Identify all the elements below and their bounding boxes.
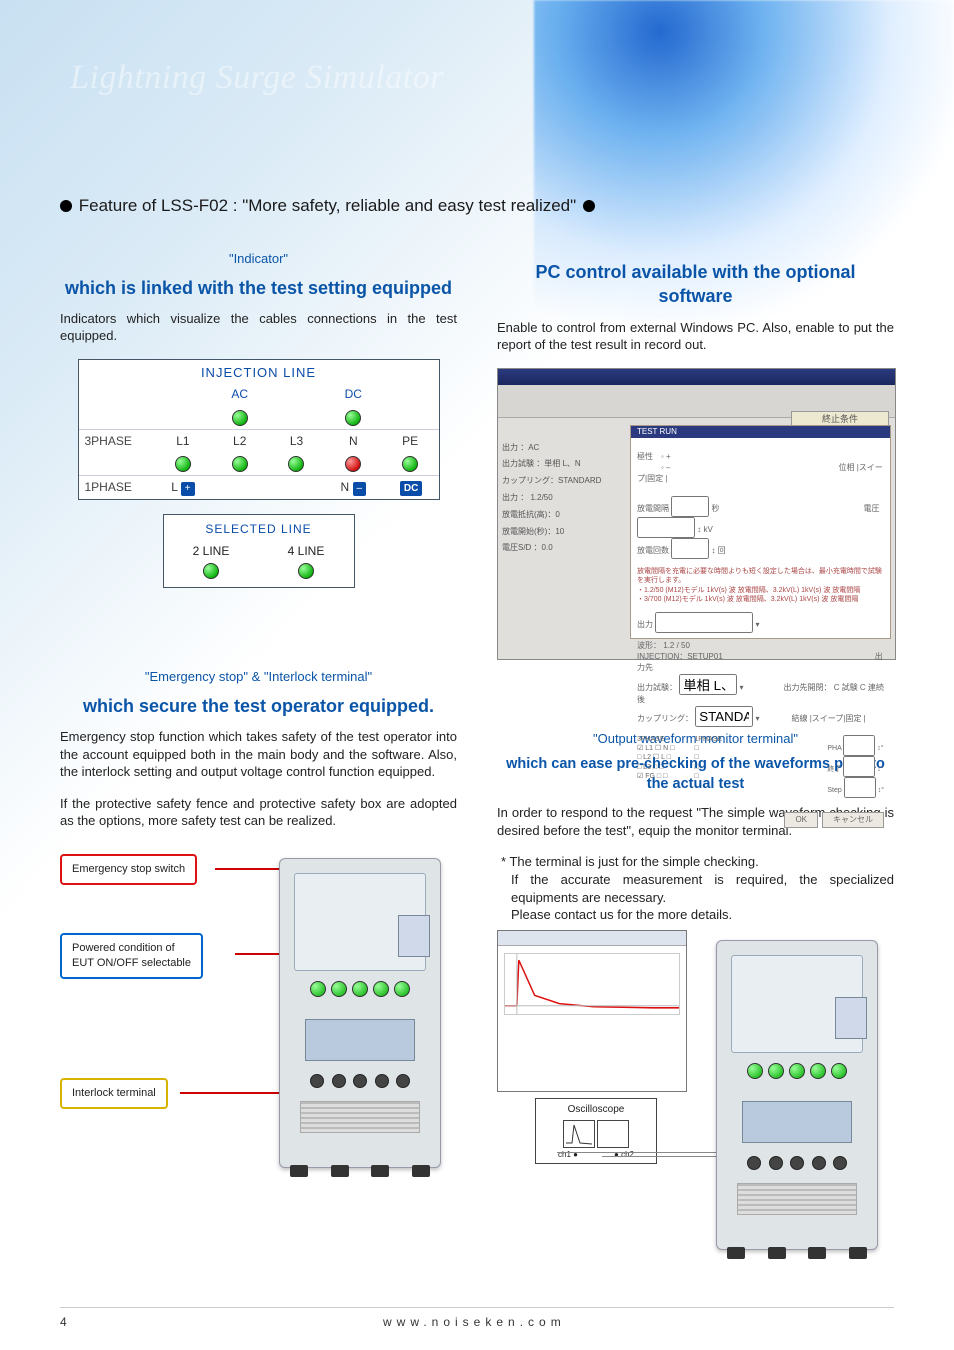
indicator-pretitle: "Indicator" [60,250,457,268]
page-footer: 4 www.noiseken.com [60,1307,894,1330]
footer-url: www.noiseken.com [67,1314,882,1330]
callout-power: Powered condition of EUT ON/OFF selectab… [60,933,203,979]
col-pe: PE [382,433,439,449]
dc-label: DC [325,386,382,402]
col-l1: L1 [155,433,212,449]
emergency-figure: Emergency stop switch Powered condition … [60,848,460,1188]
col-n: N [325,433,382,449]
emergency-pretitle: "Emergency stop" & "Interlock terminal" [60,668,457,686]
row-1phase: 1PHASE [79,479,155,495]
n-indicator [345,456,361,472]
selected-line-diagram: SELECTED LINE 2 LINE 4 LINE [163,514,355,588]
ac-indicator [232,410,248,426]
oscilloscope-icon [563,1120,595,1148]
sel-2line: 2 LINE [193,543,230,559]
col-l2: L2 [211,433,268,449]
sel-4line: 4 LINE [288,543,325,559]
watermark-text: Lightning Surge Simulator [70,55,444,101]
l2-indicator [232,456,248,472]
ac-label: AC [211,386,268,402]
sel-4-indicator [298,563,314,579]
minus-badge: – [353,482,367,496]
feature-headline-text: Feature of LSS-F02 : "More safety, relia… [79,196,576,215]
emergency-body1: Emergency stop function which takes safe… [60,728,457,781]
plus-badge: + [181,482,195,496]
indicator-body: Indicators which visualize the cables co… [60,310,457,345]
col-l3: L3 [268,433,325,449]
waveform-software-panel [497,930,687,1092]
waveform-plot [504,953,680,1015]
waveform-note3: Please contact us for the more details. [511,906,894,924]
device-illustration [697,940,897,1250]
injection-line-diagram: INJECTION LINE AC DC [78,359,440,500]
indicator-title: which is linked with the test setting eq… [60,276,457,300]
callout-interlock: Interlock terminal [60,1078,168,1109]
pc-software-screenshot: 終止条件 出力 ：AC出力試験 ：単相 L、Nカップリング：STANDARD出力… [497,368,896,660]
emergency-title: which secure the test operator equipped. [60,694,457,718]
sel-2-indicator [203,563,219,579]
l3-indicator [288,456,304,472]
oscilloscope-block: Oscilloscope ch1 ● ● ch2 [535,1098,657,1164]
row-3phase: 3PHASE [79,433,155,449]
waveform-note1: The terminal is just for the simple chec… [511,853,894,871]
waveform-note2: If the accurate measurement is required,… [511,871,894,906]
callout-emergency-stop: Emergency stop switch [60,854,197,885]
pc-title: PC control available with the optional s… [497,260,894,309]
dc-indicator [345,410,361,426]
l1-indicator [175,456,191,472]
device-illustration [260,858,460,1168]
pc-body: Enable to control from external Windows … [497,319,894,354]
oscilloscope-side-icon [597,1120,629,1148]
one-N: N [341,480,350,494]
emergency-body2: If the protective safety fence and prote… [60,795,457,830]
waveform-figure: Oscilloscope ch1 ● ● ch2 [497,930,897,1290]
feature-headline: Feature of LSS-F02 : "More safety, relia… [60,195,894,218]
page-number: 4 [60,1314,67,1330]
pe-indicator [402,456,418,472]
dc-badge: DC [400,481,422,497]
selected-title: SELECTED LINE [164,515,354,541]
injection-title: INJECTION LINE [79,360,439,384]
one-L: L [171,480,177,494]
oscilloscope-label: Oscilloscope [540,1103,652,1117]
